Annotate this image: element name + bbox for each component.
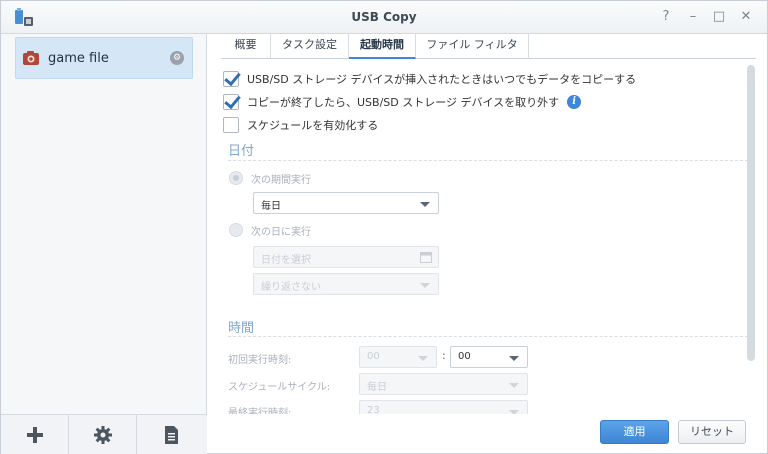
gear-icon <box>94 426 112 444</box>
sidebar-toolbar <box>1 414 207 454</box>
help-icon[interactable]: ? <box>658 9 674 25</box>
first-run-hour-value: 00 <box>367 351 380 362</box>
enable-schedule-checkbox[interactable] <box>223 117 239 133</box>
time-section-title: 時間 <box>228 321 255 336</box>
enable-schedule-option[interactable]: スケジュールを有効化する <box>223 116 378 134</box>
chevron-down-icon <box>509 410 519 414</box>
first-run-hour-select[interactable]: 00 <box>359 346 437 368</box>
periodic-run-label: 次の期間実行 <box>251 174 311 186</box>
add-task-button[interactable] <box>1 415 69 454</box>
reset-button[interactable]: リセット <box>678 420 746 444</box>
copy-on-insert-label: USB/SD ストレージ デバイスが挿入されたときはいつでもデータをコピーする <box>247 73 637 86</box>
settings-button[interactable] <box>69 415 137 454</box>
date-section-title: 日付 <box>228 144 255 159</box>
title-bar: USB Copy ? – □ ✕ <box>1 1 767 34</box>
plus-icon <box>27 427 43 443</box>
task-sidebar: game file ⚙ <box>1 34 207 454</box>
time-colon: : <box>442 349 446 362</box>
eject-after-option[interactable]: コピーが終了したら、USB/SD ストレージ デバイスを取り外す i <box>223 93 582 111</box>
chevron-down-icon <box>420 283 430 288</box>
schedule-cycle-label: スケジュールサイクル: <box>228 382 331 393</box>
tab-bar: 概要 タスク設定 起動時間 ファイル フィルタ <box>221 34 756 59</box>
eject-after-checkbox[interactable] <box>223 94 239 110</box>
chevron-down-icon <box>509 383 519 388</box>
first-run-minute-select[interactable]: 00 <box>450 346 528 368</box>
last-run-label: 最終実行時刻: <box>228 408 292 414</box>
repeat-select-value: 繰り返さない <box>261 282 321 293</box>
chevron-down-icon <box>420 202 430 207</box>
apply-button[interactable]: 適用 <box>600 420 669 444</box>
calendar-icon[interactable] <box>420 252 432 263</box>
minimize-icon[interactable]: – <box>685 9 701 25</box>
sidebar-item-game-file[interactable]: game file ⚙ <box>15 37 193 79</box>
start-time-panel: USB/SD ストレージ デバイスが挿入されたときはいつでもデータをコピーする … <box>221 59 756 414</box>
content-scrollbar[interactable] <box>747 65 755 361</box>
date-run-option[interactable]: 次の日に実行 <box>229 222 311 238</box>
repeat-select[interactable]: 繰り返さない <box>253 273 439 295</box>
last-run-select[interactable]: 23 <box>359 400 528 414</box>
log-button[interactable] <box>137 415 205 454</box>
tab-start-time[interactable]: 起動時間 <box>349 34 416 59</box>
usb-copy-window: USB Copy ? – □ ✕ game file ⚙ 概要 タスク設定 起動… <box>0 0 768 454</box>
info-icon[interactable]: i <box>567 95 582 109</box>
eject-after-label: コピーが終了したら、USB/SD ストレージ デバイスを取り外す <box>247 96 560 109</box>
first-run-minute-value: 00 <box>458 351 471 362</box>
camera-icon <box>23 51 39 65</box>
window-title: USB Copy <box>351 10 417 24</box>
sidebar-item-label: game file <box>48 51 109 66</box>
date-section-divider <box>228 160 748 161</box>
first-run-label: 初回実行時刻: <box>228 355 292 366</box>
date-picker-placeholder: 日付を選択 <box>261 255 311 266</box>
last-run-value: 23 <box>367 405 380 414</box>
periodic-select-value: 毎日 <box>261 201 281 212</box>
chevron-down-icon <box>509 356 519 361</box>
tab-overview[interactable]: 概要 <box>221 34 271 59</box>
date-picker-field[interactable]: 日付を選択 <box>253 246 439 268</box>
chevron-down-icon <box>418 356 428 361</box>
task-settings-icon[interactable]: ⚙ <box>170 51 184 65</box>
schedule-cycle-select[interactable]: 毎日 <box>359 373 528 395</box>
close-icon[interactable]: ✕ <box>738 9 754 25</box>
periodic-select[interactable]: 毎日 <box>253 192 439 214</box>
schedule-cycle-value: 毎日 <box>367 382 387 393</box>
periodic-run-radio[interactable] <box>229 171 243 185</box>
time-section-divider <box>228 336 748 337</box>
date-run-label: 次の日に実行 <box>251 226 311 238</box>
copy-on-insert-checkbox[interactable] <box>223 71 239 87</box>
copy-on-insert-option[interactable]: USB/SD ストレージ デバイスが挿入されたときはいつでもデータをコピーする <box>223 70 636 88</box>
maximize-icon[interactable]: □ <box>711 9 727 25</box>
enable-schedule-label: スケジュールを有効化する <box>247 119 379 132</box>
date-run-radio[interactable] <box>229 223 243 237</box>
periodic-run-option[interactable]: 次の期間実行 <box>229 170 311 186</box>
tab-file-filter[interactable]: ファイル フィルタ <box>416 34 529 59</box>
tab-task-settings[interactable]: タスク設定 <box>271 34 349 59</box>
document-icon <box>165 426 178 444</box>
